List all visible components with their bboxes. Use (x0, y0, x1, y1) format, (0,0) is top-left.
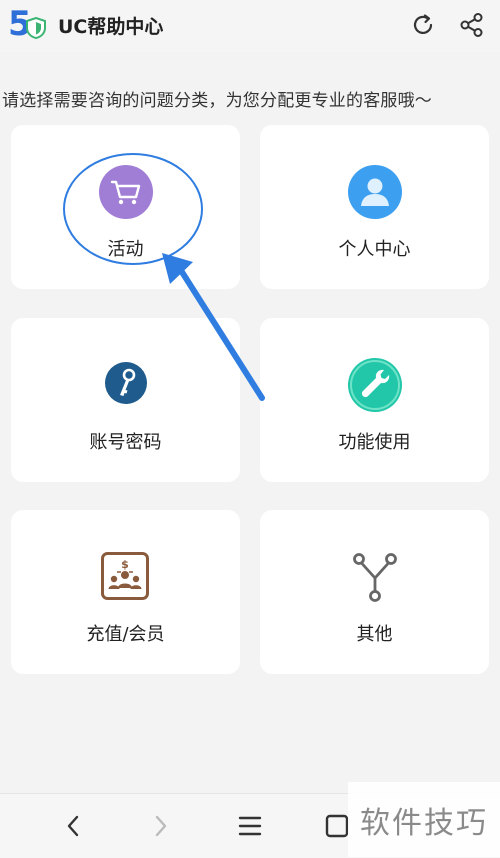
category-label: 其他 (356, 624, 393, 645)
svg-text:$: $ (121, 558, 129, 571)
forward-icon[interactable] (142, 808, 178, 844)
category-card-activity[interactable]: 活动 (11, 125, 240, 289)
key-icon (105, 362, 147, 404)
app-header: 5 UC帮助中心 (0, 0, 500, 52)
shield-icon (26, 17, 46, 39)
page-title: UC帮助中心 (58, 16, 164, 38)
category-card-feature-usage[interactable]: 功能使用 (260, 318, 489, 482)
category-card-personal-center[interactable]: 个人中心 (260, 125, 489, 289)
category-card-other[interactable]: 其他 (260, 510, 489, 674)
app-logo: 5 (8, 4, 50, 44)
back-icon[interactable] (56, 808, 92, 844)
user-profile-icon (348, 165, 402, 219)
category-label: 账号密码 (89, 432, 162, 453)
menu-icon[interactable] (232, 808, 268, 844)
watermark: 软件技巧 (348, 782, 500, 857)
category-card-recharge-membership[interactable]: $ 充值/会员 (11, 510, 240, 674)
category-prompt: 请选择需要咨询的问题分类，为您分配更专业的客服哦～ (2, 91, 432, 111)
recharge-members-icon: $ (101, 552, 149, 600)
category-label: 功能使用 (338, 432, 411, 453)
branch-icon (353, 553, 397, 602)
wrench-icon (348, 358, 402, 412)
category-label: 充值/会员 (86, 624, 165, 645)
category-label: 个人中心 (338, 239, 411, 260)
category-card-account-password[interactable]: 账号密码 (11, 318, 240, 482)
category-label: 活动 (107, 239, 144, 260)
refresh-icon[interactable] (410, 12, 436, 38)
share-icon[interactable] (459, 12, 485, 38)
shopping-cart-icon (99, 165, 153, 219)
